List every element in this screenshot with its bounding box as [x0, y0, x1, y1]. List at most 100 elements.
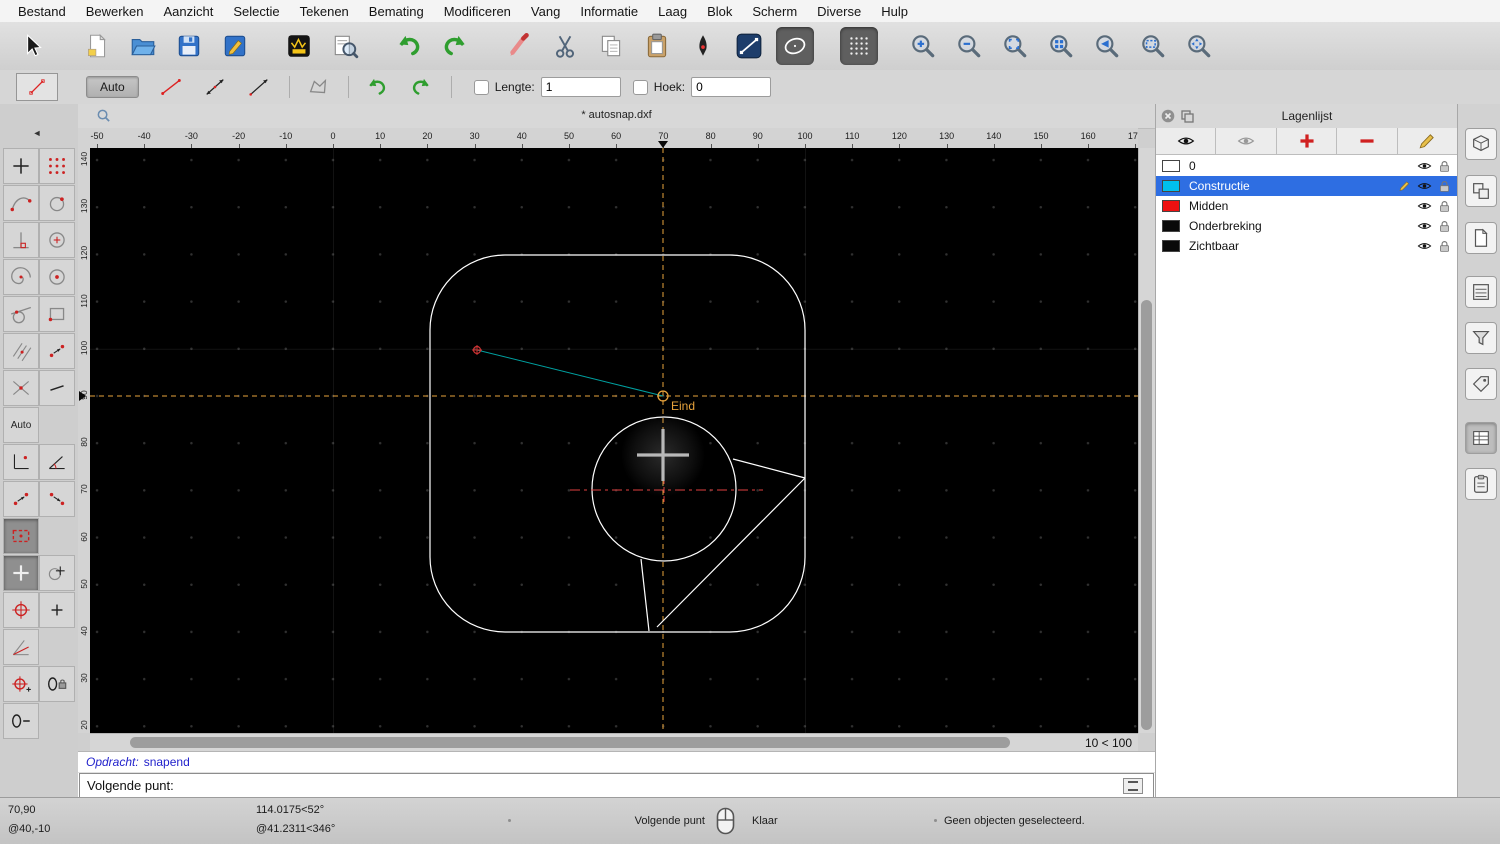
menu-selectie[interactable]: Selectie: [223, 4, 289, 19]
hoek-checkbox[interactable]: [632, 79, 648, 95]
seq-reverse-button[interactable]: [39, 481, 75, 517]
redo-button[interactable]: [436, 27, 474, 65]
snap-center-button[interactable]: [39, 222, 75, 258]
snap-free-button[interactable]: [3, 148, 39, 184]
svg-export-button[interactable]: [280, 27, 318, 65]
menu-aanzicht[interactable]: Aanzicht: [154, 4, 224, 19]
dock-panel-clipboard-button[interactable]: [1465, 468, 1497, 500]
snap-grid-button[interactable]: [840, 27, 878, 65]
snap-grid-points-button[interactable]: [39, 148, 75, 184]
snap-intersection-manual-button[interactable]: [39, 555, 75, 591]
layer-row-midden[interactable]: Midden: [1156, 196, 1458, 216]
line-attributes-button[interactable]: [730, 27, 768, 65]
snap-plus-button[interactable]: [39, 592, 75, 628]
layer-row-0[interactable]: 0: [1156, 156, 1458, 176]
snap-target-2-button[interactable]: [3, 666, 39, 702]
open-file-button[interactable]: [124, 27, 162, 65]
snap-intersection-button[interactable]: [3, 370, 39, 406]
zoom-redraw-button[interactable]: [1042, 27, 1080, 65]
layer-lock-icon[interactable]: [1434, 160, 1454, 173]
edit-document-button[interactable]: [216, 27, 254, 65]
zoom-in-button[interactable]: [904, 27, 942, 65]
menu-diverse[interactable]: Diverse: [807, 4, 871, 19]
dock-panel-library-button[interactable]: [1465, 128, 1497, 160]
layer-lock-icon[interactable]: [1434, 220, 1454, 233]
coord-cartesian-button[interactable]: [3, 444, 39, 480]
layer-visibility-eye-icon[interactable]: [1414, 240, 1434, 252]
lengte-input[interactable]: [540, 77, 621, 97]
palette-collapse-button[interactable]: ◄: [20, 126, 54, 140]
line-arrow-button[interactable]: [241, 73, 277, 101]
command-dock-icon[interactable]: [1123, 778, 1143, 794]
menu-tekenen[interactable]: Tekenen: [290, 4, 359, 19]
layer-row-constructie[interactable]: Constructie: [1156, 176, 1458, 196]
undo-button[interactable]: [390, 27, 428, 65]
command-prompt-input[interactable]: Volgende punt:: [79, 773, 1154, 798]
hide-all-layers-button[interactable]: [1216, 128, 1277, 155]
menu-bemating[interactable]: Bemating: [359, 4, 434, 19]
new-file-button[interactable]: [78, 27, 116, 65]
menu-informatie[interactable]: Informatie: [570, 4, 648, 19]
snap-auto-button[interactable]: Auto: [3, 407, 39, 443]
cut-button[interactable]: [546, 27, 584, 65]
snap-spiral-button[interactable]: [3, 259, 39, 295]
dock-panel-filter-button[interactable]: [1465, 322, 1497, 354]
dock-panel-tag-button[interactable]: [1465, 368, 1497, 400]
polyline-tool-button[interactable]: [300, 73, 336, 101]
layer-visibility-eye-icon[interactable]: [1414, 200, 1434, 212]
layer-visibility-eye-icon[interactable]: [1414, 180, 1434, 192]
snap-tangent-button[interactable]: [3, 296, 39, 332]
horizontal-scrollbar-thumb[interactable]: [130, 737, 1010, 748]
snap-target-button[interactable]: [3, 592, 39, 628]
layer-row-zichtbaar[interactable]: Zichtbaar: [1156, 236, 1458, 256]
line-two-points-button[interactable]: [153, 73, 189, 101]
redo-step-button[interactable]: [403, 73, 439, 101]
show-all-layers-button[interactable]: [1156, 128, 1217, 155]
lengte-checkbox[interactable]: [473, 79, 489, 95]
menu-hulp[interactable]: Hulp: [871, 4, 918, 19]
zoom-window-button[interactable]: [1134, 27, 1172, 65]
add-layer-button[interactable]: [1276, 128, 1338, 155]
coord-polar-button[interactable]: [39, 444, 75, 480]
hoek-input[interactable]: [691, 77, 772, 97]
auto-dropdown-button[interactable]: Auto: [86, 76, 139, 98]
layer-row-onderbreking[interactable]: Onderbreking: [1156, 216, 1458, 236]
layer-lock-icon[interactable]: [1434, 240, 1454, 253]
edit-layer-button[interactable]: [1397, 128, 1459, 155]
vertical-scrollbar[interactable]: [1138, 148, 1155, 733]
menu-blok[interactable]: Blok: [697, 4, 742, 19]
layer-edit-pen-icon[interactable]: [1394, 180, 1414, 192]
layer-lock-icon[interactable]: [1434, 180, 1454, 193]
dock-panel-table-button[interactable]: [1465, 422, 1497, 454]
layer-visibility-eye-icon[interactable]: [1414, 160, 1434, 172]
snap-circle-center-button[interactable]: [39, 259, 75, 295]
pointer-tool-button[interactable]: [14, 27, 52, 65]
paste-button[interactable]: [638, 27, 676, 65]
snap-middle-button[interactable]: [3, 333, 39, 369]
menu-laag[interactable]: Laag: [648, 4, 697, 19]
ellipse-tool-button[interactable]: [776, 27, 814, 65]
delete-entity-button[interactable]: [500, 27, 538, 65]
print-preview-button[interactable]: [326, 27, 364, 65]
vertical-scrollbar-thumb[interactable]: [1141, 300, 1152, 730]
pen-attributes-button[interactable]: [684, 27, 722, 65]
dock-panel-list-button[interactable]: [1465, 276, 1497, 308]
save-file-button[interactable]: [170, 27, 208, 65]
snap-order-button[interactable]: [39, 333, 75, 369]
restrict-rectangle-button[interactable]: [3, 518, 39, 554]
layer-lock-icon[interactable]: [1434, 200, 1454, 213]
horizontal-scrollbar[interactable]: [90, 734, 1080, 751]
zoom-previous-button[interactable]: [1088, 27, 1126, 65]
dock-panel-blocks-button[interactable]: [1465, 175, 1497, 207]
layer-visibility-eye-icon[interactable]: [1414, 220, 1434, 232]
snap-reference-point-button[interactable]: [39, 296, 75, 332]
restrict-none-button[interactable]: [3, 555, 39, 591]
line-bidirectional-button[interactable]: [197, 73, 233, 101]
relative-zero-button[interactable]: [3, 703, 39, 739]
seq-forward-button[interactable]: [3, 481, 39, 517]
snap-angle-button[interactable]: [3, 629, 39, 665]
remove-layer-button[interactable]: [1337, 128, 1398, 155]
zoom-pan-button[interactable]: [1180, 27, 1218, 65]
zoom-out-button[interactable]: [950, 27, 988, 65]
snap-perpendicular-button[interactable]: [3, 222, 39, 258]
